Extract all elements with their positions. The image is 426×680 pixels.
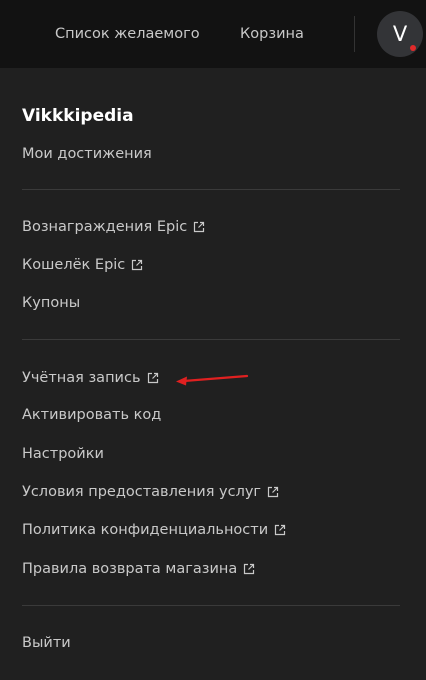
external-link-icon [147, 372, 158, 384]
menu-item-logout[interactable]: Выйти [22, 634, 71, 652]
menu-item-account[interactable]: Учётная запись [22, 369, 159, 387]
menu-item-label: Выйти [22, 635, 71, 651]
menu-item-epic-wallet[interactable]: Кошелёк Epic [22, 256, 143, 274]
menu-item-redeem-code[interactable]: Активировать код [22, 406, 161, 424]
menu-item-label: Купоны [22, 295, 81, 311]
notification-dot-icon [410, 45, 416, 51]
menu-item-coupons[interactable]: Купоны [22, 294, 80, 312]
menu-item-label: Активировать код [22, 407, 162, 423]
external-link-icon [132, 259, 143, 271]
external-link-icon [244, 563, 255, 575]
wishlist-link[interactable]: Список желаемого [55, 25, 200, 43]
menu-item-label: Вознаграждения Epic [22, 219, 188, 235]
menu-item-label: Мои достижения [22, 146, 152, 162]
menu-item-label: Настройки [22, 446, 104, 462]
account-dropdown-menu: Vikkkipedia Мои достижения Вознаграждени… [0, 68, 426, 680]
menu-item-terms[interactable]: Условия предоставления услуг [22, 483, 279, 501]
menu-item-label: Политика конфиденциальности [22, 522, 269, 538]
menu-item-achievements[interactable]: Мои достижения [22, 145, 152, 163]
menu-item-label: Учётная запись [22, 370, 141, 386]
menu-item-label: Кошелёк Epic [22, 257, 126, 273]
menu-item-privacy[interactable]: Политика конфиденциальности [22, 521, 286, 539]
external-link-icon [194, 221, 205, 233]
menu-item-settings[interactable]: Настройки [22, 445, 104, 463]
menu-divider [22, 189, 400, 190]
cart-link[interactable]: Корзина [240, 25, 304, 43]
avatar-button[interactable]: V [377, 11, 423, 57]
menu-item-refund-policy[interactable]: Правила возврата магазина [22, 560, 255, 578]
external-link-icon [275, 524, 286, 536]
header-divider [354, 16, 355, 52]
external-link-icon [267, 486, 279, 498]
menu-divider [22, 339, 400, 340]
menu-item-label: Условия предоставления услуг [22, 484, 262, 500]
menu-divider [22, 605, 400, 606]
username: Vikkkipedia [22, 106, 134, 126]
top-navigation-bar: Список желаемого Корзина V [0, 0, 426, 68]
menu-item-epic-rewards[interactable]: Вознаграждения Epic [22, 218, 205, 236]
annotation-arrow-icon [176, 374, 249, 386]
menu-item-label: Правила возврата магазина [22, 561, 238, 577]
